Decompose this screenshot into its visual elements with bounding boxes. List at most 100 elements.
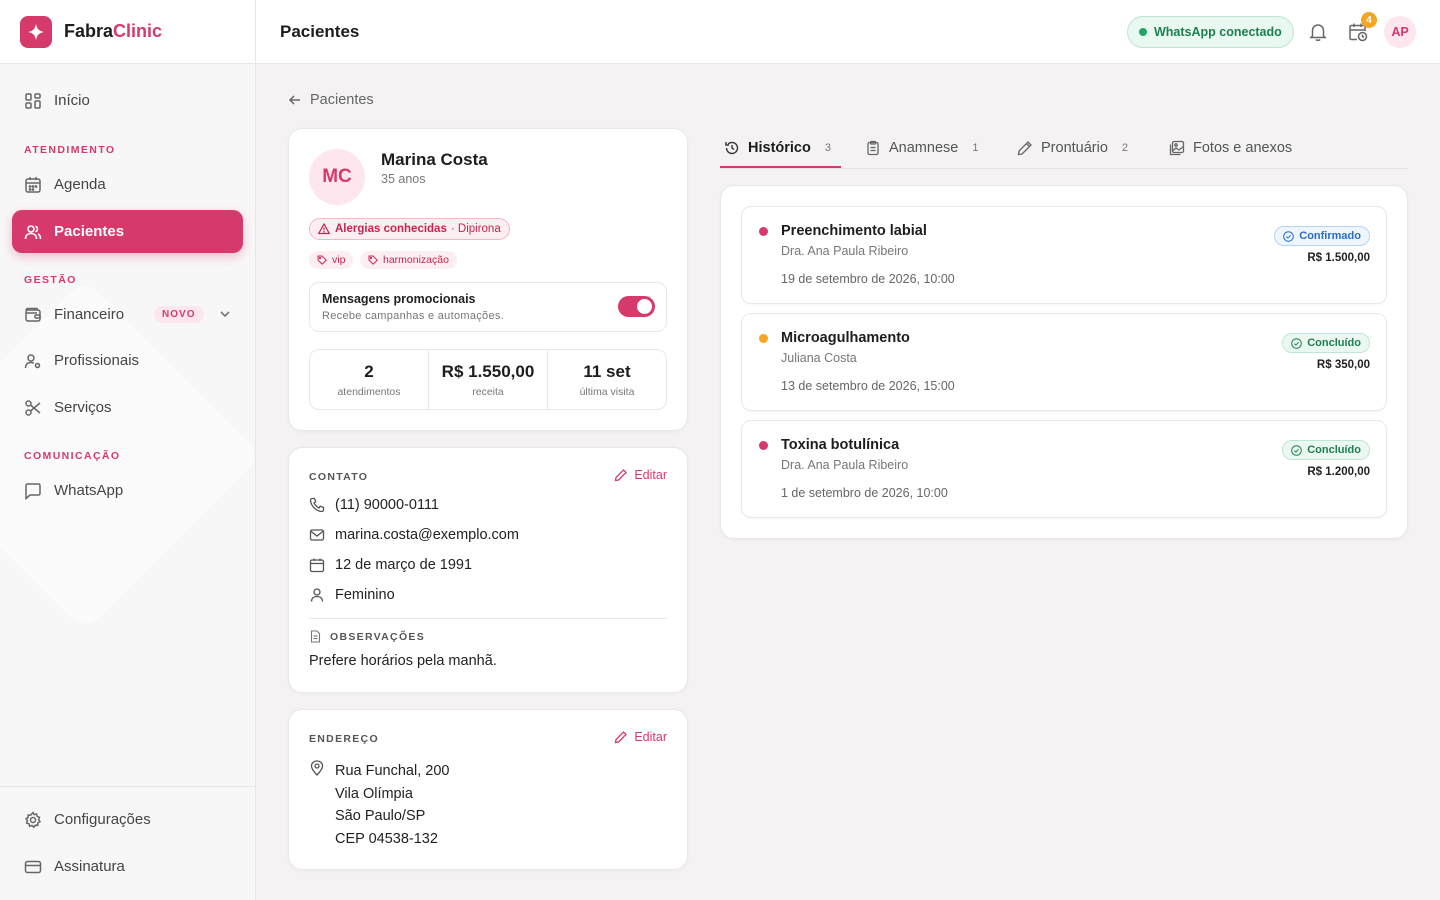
sidebar: FabraClinic Início ATENDIMENTO Agenda Pa… [0,0,256,900]
user-avatar[interactable]: AP [1384,16,1416,48]
address-street: Rua Funchal, 200 [335,763,450,779]
topbar: Pacientes WhatsApp conectado 4 AP [256,0,1440,64]
contact-card: CONTATO Editar (11) 90000-0111 marina.co… [288,447,688,693]
check-circle-icon [1291,337,1303,349]
notes-text: Prefere horários pela manhã. [309,653,497,669]
address-district: Vila Olímpia [335,785,413,802]
chat-icon [25,482,41,500]
patient-profile-card: MC Marina Costa 35 anos Alergias conheci… [288,128,688,431]
history-entry[interactable]: Toxina botulínica Dra. Ana Paula Ribeiro… [741,420,1387,518]
sidebar-item-label: Início [54,92,90,109]
contact-birthdate: 12 de março de 1991 [309,557,472,573]
sidebar-item-financeiro[interactable]: Financeiro NOVO [12,293,243,336]
dashboard-icon [25,92,41,109]
tag-label: vip [332,254,346,266]
patient-avatar: MC [309,149,365,205]
stat-value: 2 [364,361,374,381]
clipboard-icon [867,140,879,156]
address-lines: Rua Funchal, 200 Vila Olímpia São Paulo/… [335,760,449,851]
allergy-badge: Alergias conhecidas · Dipirona [309,218,510,240]
whatsapp-status-badge[interactable]: WhatsApp conectado [1127,16,1294,48]
tab-label: Anamnese [889,140,959,156]
edit-address-button[interactable]: Editar [614,730,667,744]
check-circle-icon [1291,444,1303,456]
sidebar-item-configuracoes[interactable]: Configurações [12,798,243,841]
history-panel: Preenchimento labial Dra. Ana Paula Ribe… [720,185,1408,539]
active-tab-indicator [720,166,841,168]
section-label-atendimento: ATENDIMENTO [24,144,116,156]
stat-value: R$ 1.550,00 [441,361,535,381]
entry-title: Preenchimento labial [781,223,927,239]
map-pin-icon [310,760,324,776]
tab-count: 3 [824,142,831,154]
sidebar-item-agenda[interactable]: Agenda [12,163,243,206]
scissors-icon [25,399,41,416]
patient-name: Marina Costa [381,150,488,169]
pencil-icon [615,469,628,482]
tab-historico[interactable]: Histórico 3 [724,128,831,168]
page-title: Pacientes [280,21,360,41]
allergy-value: · Dipirona [450,223,501,235]
status-badge: Concluído [1282,333,1370,353]
tag-vip[interactable]: vip [309,251,354,269]
sidebar-item-assinatura[interactable]: Assinatura [12,845,243,888]
history-entry[interactable]: Microagulhamento Juliana Costa 13 de set… [741,313,1387,411]
images-icon [1169,140,1185,156]
arrow-left-icon [288,95,300,105]
entry-dot-icon [759,227,768,236]
contact-gender: Feminino [309,587,395,603]
back-link[interactable]: Pacientes [288,92,374,108]
brand[interactable]: FabraClinic [0,0,255,64]
entry-dot-icon [759,334,768,343]
status-badge: Concluído [1282,440,1370,460]
gear-icon [24,810,42,828]
tab-label: Histórico [748,140,811,156]
tab-count: 2 [1121,142,1129,154]
back-link-label: Pacientes [310,92,374,108]
stat-label: atendimentos [337,385,401,398]
tab-anamnese[interactable]: Anamnese 1 [865,128,978,168]
brand-name: FabraClinic [64,21,163,41]
warning-icon [318,223,330,235]
sidebar-item-label: WhatsApp [54,482,124,499]
status-label: Concluído [1307,337,1361,349]
section-label-comunicacao: COMUNICAÇÃO [24,450,121,462]
pencil-icon [615,731,628,744]
status-badge: Confirmado [1274,226,1370,246]
sidebar-item-pacientes[interactable]: Pacientes [12,210,243,253]
address-card: ENDEREÇO Editar Rua Funchal, 200 Vila Ol… [288,709,688,870]
tab-prontuario[interactable]: Prontuário 2 [1017,128,1128,168]
sidebar-item-label: Profissionais [54,352,140,369]
sidebar-item-label: Financeiro [54,306,125,323]
history-entry[interactable]: Preenchimento labial Dra. Ana Paula Ribe… [741,206,1387,304]
notes-label-text: OBSERVAÇÕES [330,630,426,643]
promo-toggle[interactable] [618,296,655,317]
pen-icon [1017,141,1032,156]
notes-label: OBSERVAÇÕES [309,630,425,643]
stat-label: última visita [579,385,635,398]
edit-contact-button[interactable]: Editar [614,468,667,482]
tag-harmonizacao[interactable]: harmonização [360,251,457,269]
sidebar-item-servicos[interactable]: Serviços [12,386,243,429]
user-gear-icon [24,353,41,368]
user-icon [310,588,324,602]
sidebar-item-profissionais[interactable]: Profissionais [12,339,243,382]
tab-label: Prontuário [1041,140,1108,156]
tab-count: 1 [972,142,979,154]
bell-icon[interactable] [1307,21,1329,43]
chevron-down-icon[interactable] [217,306,233,322]
sidebar-item-label: Agenda [54,176,106,193]
sidebar-item-whatsapp[interactable]: WhatsApp [12,469,243,512]
check-circle-icon [1283,230,1295,242]
tab-fotos-anexos[interactable]: Fotos e anexos [1169,128,1292,168]
tag-label: harmonização [383,254,449,266]
document-icon [310,630,321,643]
sidebar-item-inicio[interactable]: Início [12,79,243,122]
status-label: Confirmado [1299,230,1361,242]
contact-email: marina.costa@exemplo.com [309,527,519,543]
stat-appointments: 2 atendimentos [310,350,429,409]
users-icon [24,224,42,239]
entry-dot-icon [759,441,768,450]
entry-price: R$ 1.500,00 [1307,252,1370,264]
stat-value: 11 set [583,361,631,381]
